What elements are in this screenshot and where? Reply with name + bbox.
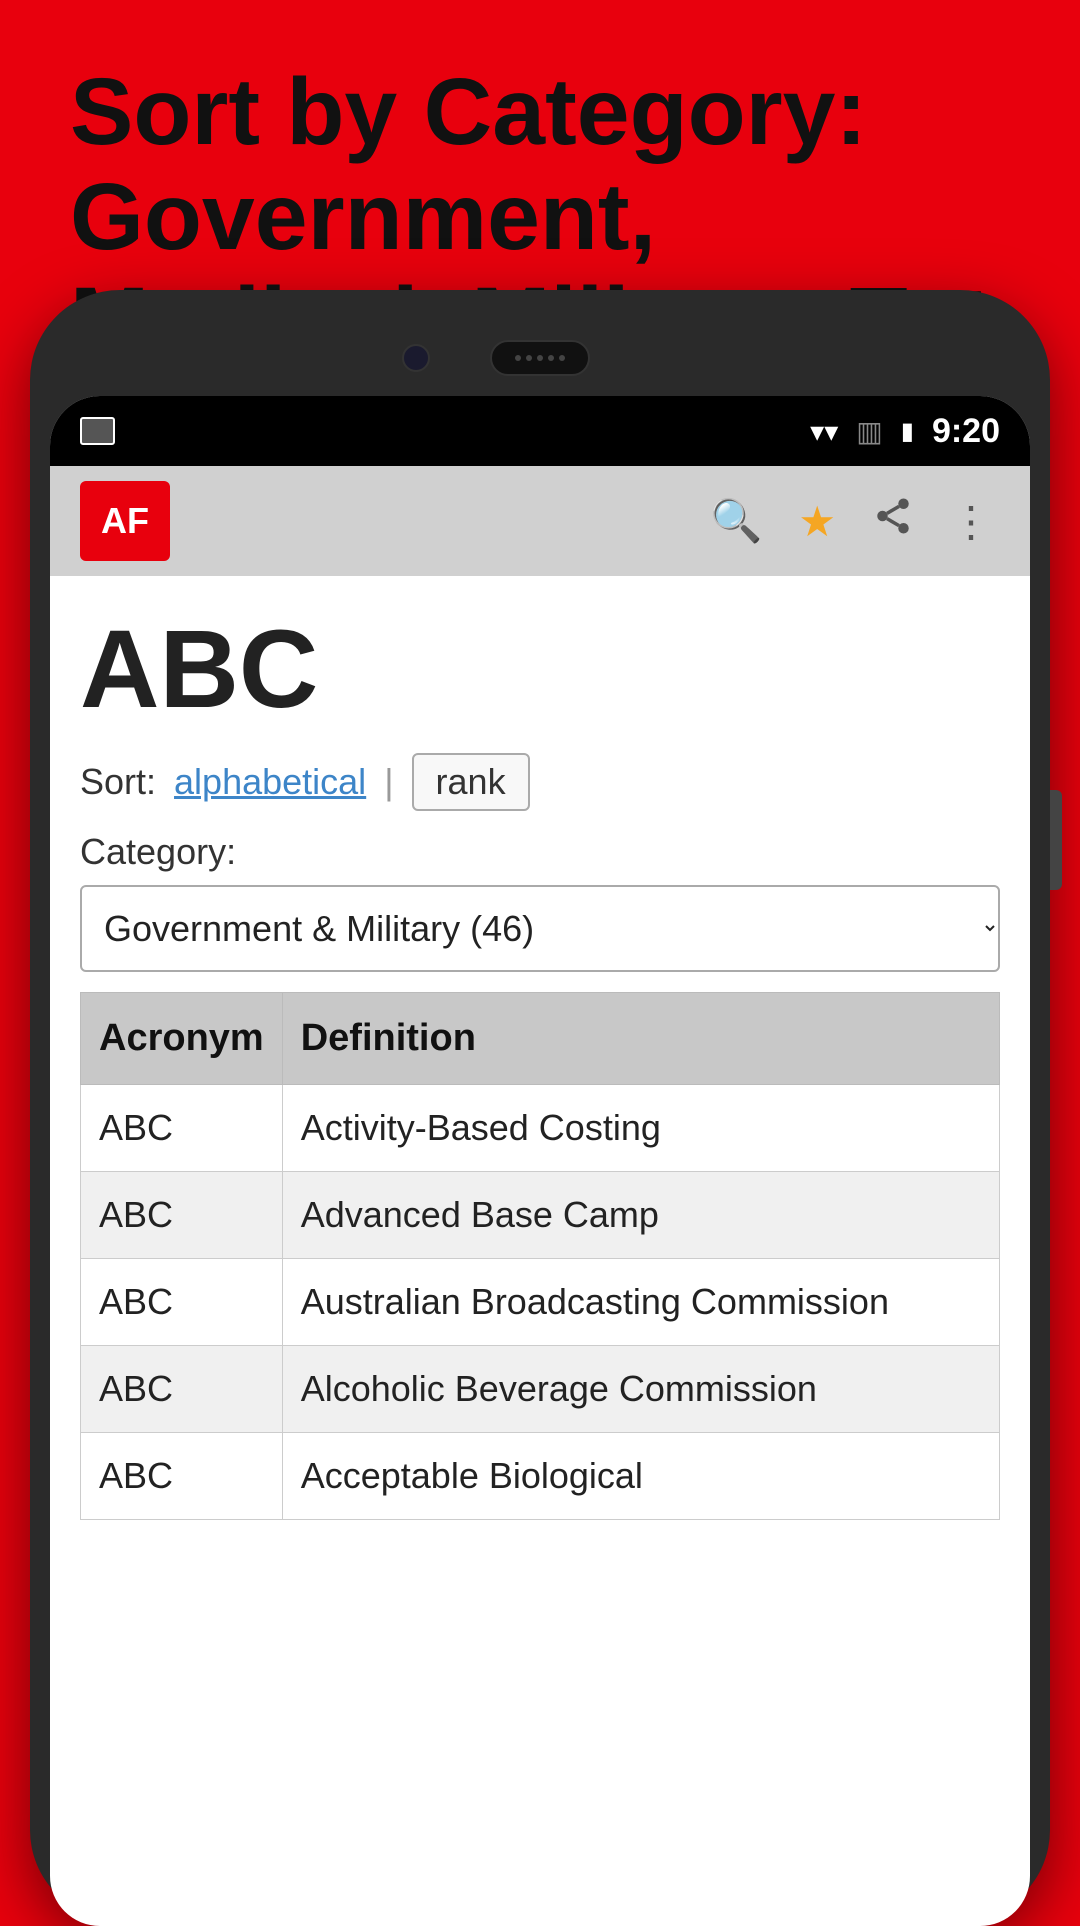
category-label: Category:: [80, 831, 1000, 873]
category-select[interactable]: Government & Military (46) Medical Techn…: [80, 885, 1000, 972]
sort-row: Sort: alphabetical | rank: [80, 753, 1000, 811]
column-header-definition: Definition: [282, 993, 999, 1085]
cell-definition: Advanced Base Camp: [282, 1172, 999, 1259]
cell-definition: Alcoholic Beverage Commission: [282, 1346, 999, 1433]
acronym-title: ABC: [80, 606, 1000, 733]
app-logo: AF: [80, 481, 170, 561]
cell-acronym: ABC: [81, 1433, 283, 1520]
table-row[interactable]: ABCAcceptable Biological: [81, 1433, 1000, 1520]
phone-screen: ▾▾ ▥ ▮ 9:20 AF 🔍 ★ ⋮ ABC: [50, 396, 1030, 1926]
sort-label: Sort:: [80, 761, 156, 803]
cell-acronym: ABC: [81, 1259, 283, 1346]
category-row: Category: Government & Military (46) Med…: [80, 831, 1000, 972]
phone-top-bezel: [50, 310, 1030, 396]
cell-acronym: ABC: [81, 1346, 283, 1433]
phone-device: ▾▾ ▥ ▮ 9:20 AF 🔍 ★ ⋮ ABC: [30, 290, 1050, 1920]
notification-icon: [80, 417, 115, 445]
table-row[interactable]: ABCActivity-Based Costing: [81, 1085, 1000, 1172]
sort-rank-button[interactable]: rank: [412, 753, 530, 811]
sort-divider: |: [384, 761, 393, 803]
status-left: [80, 417, 115, 445]
speaker-grille: [490, 340, 590, 376]
main-content: ABC Sort: alphabetical | rank Category: …: [50, 576, 1030, 1520]
table-header-row: Acronym Definition: [81, 993, 1000, 1085]
cell-acronym: ABC: [81, 1085, 283, 1172]
search-icon[interactable]: 🔍: [702, 489, 770, 554]
battery-icon: ▮: [901, 417, 914, 446]
acronym-table: Acronym Definition ABCActivity-Based Cos…: [80, 992, 1000, 1520]
signal-icon: ▥: [856, 415, 882, 448]
column-header-acronym: Acronym: [81, 993, 283, 1085]
table-row[interactable]: ABCAustralian Broadcasting Commission: [81, 1259, 1000, 1346]
share-icon[interactable]: [864, 487, 922, 555]
cell-acronym: ABC: [81, 1172, 283, 1259]
sort-alphabetical[interactable]: alphabetical: [174, 761, 366, 803]
status-time: 9:20: [932, 412, 1000, 451]
cell-definition: Australian Broadcasting Commission: [282, 1259, 999, 1346]
app-toolbar: AF 🔍 ★ ⋮: [50, 466, 1030, 576]
status-right: ▾▾ ▥ ▮ 9:20: [810, 412, 1000, 451]
volume-button[interactable]: [1050, 790, 1062, 890]
cell-definition: Acceptable Biological: [282, 1433, 999, 1520]
status-bar: ▾▾ ▥ ▮ 9:20: [50, 396, 1030, 466]
wifi-icon: ▾▾: [810, 415, 838, 448]
cell-definition: Activity-Based Costing: [282, 1085, 999, 1172]
front-camera: [402, 344, 430, 372]
table-row[interactable]: ABCAlcoholic Beverage Commission: [81, 1346, 1000, 1433]
favorite-icon[interactable]: ★: [790, 489, 844, 554]
more-options-icon[interactable]: ⋮: [942, 489, 1000, 554]
table-row[interactable]: ABCAdvanced Base Camp: [81, 1172, 1000, 1259]
